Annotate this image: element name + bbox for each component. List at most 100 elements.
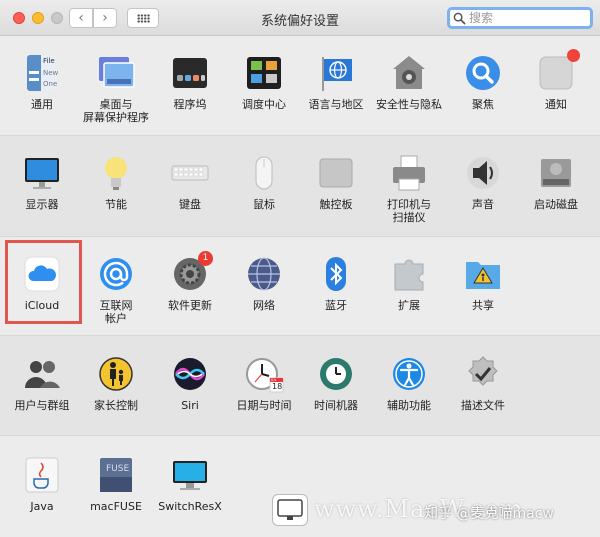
- general-icon: File New One: [22, 53, 62, 93]
- pref-java-label: Java: [30, 500, 54, 513]
- profiles-icon: [463, 354, 503, 394]
- pref-spotlight[interactable]: 聚焦: [443, 53, 523, 111]
- pref-notifications[interactable]: 通知: [516, 49, 596, 111]
- accessibility-icon: [389, 354, 429, 394]
- pref-network[interactable]: 网络: [224, 254, 304, 312]
- pref-dock-label: 程序坞: [173, 98, 207, 111]
- pref-sharing-label: 共享: [472, 299, 494, 312]
- network-icon: [244, 254, 284, 294]
- mouse-icon: [244, 153, 284, 193]
- siri-icon: [170, 354, 210, 394]
- macfuse-icon: FUSE: [96, 455, 136, 495]
- pref-desktop[interactable]: 桌面与 屏幕保护程序: [76, 53, 156, 124]
- watermark-logo-icon: [272, 494, 308, 526]
- pref-energy-saver-label: 节能: [105, 198, 127, 211]
- pref-extensions[interactable]: 扩展: [369, 254, 449, 312]
- pref-java[interactable]: Java: [2, 455, 82, 513]
- pref-time-machine[interactable]: 时间机器: [296, 354, 376, 412]
- pref-bluetooth[interactable]: 蓝牙: [296, 254, 376, 312]
- pref-macfuse[interactable]: FUSE macFUSE: [76, 455, 156, 513]
- dock-icon: [170, 53, 210, 93]
- pref-date-time-label: 日期与时间: [236, 399, 292, 412]
- desktop-screensaver-icon: [96, 53, 136, 93]
- pref-printers-label: 打印机与 扫描仪: [387, 198, 431, 224]
- pref-users-groups[interactable]: 用户与群组: [2, 354, 82, 412]
- pref-general-label: 通用: [31, 98, 53, 111]
- pref-keyboard[interactable]: 键盘: [150, 153, 230, 211]
- pref-trackpad[interactable]: 触控板: [296, 153, 376, 211]
- pref-macfuse-label: macFUSE: [90, 500, 142, 513]
- pref-displays[interactable]: 显示器: [2, 153, 82, 211]
- pref-mouse-label: 鼠标: [253, 198, 275, 211]
- pref-icloud[interactable]: iCloud: [2, 254, 82, 312]
- pref-internet-accounts-label: 互联网 帐户: [99, 299, 133, 325]
- pref-switchresx-label: SwitchResX: [158, 500, 222, 513]
- pref-security-privacy[interactable]: 安全性与隐私: [369, 53, 449, 111]
- search-field[interactable]: [447, 7, 593, 29]
- notifications-icon: [536, 49, 580, 93]
- pref-switchresx[interactable]: SwitchResX: [150, 455, 230, 513]
- keyboard-icon: [170, 153, 210, 193]
- bluetooth-icon: [316, 254, 356, 294]
- pref-internet-accounts[interactable]: 互联网 帐户: [76, 254, 156, 325]
- trackpad-icon: [316, 153, 356, 193]
- title-bar: ‹ › 系统偏好设置: [0, 0, 600, 36]
- pref-language-region-label: 语言与地区: [308, 98, 364, 111]
- pref-sharing[interactable]: 共享: [443, 254, 523, 312]
- pref-keyboard-label: 键盘: [179, 198, 201, 211]
- pref-time-machine-label: 时间机器: [314, 399, 358, 412]
- pref-extensions-label: 扩展: [398, 299, 420, 312]
- startup-disk-icon: [536, 153, 576, 193]
- parental-controls-icon: [96, 354, 136, 394]
- sharing-icon: [463, 254, 503, 294]
- internet-accounts-icon: [96, 254, 136, 294]
- pref-profiles[interactable]: 描述文件: [443, 354, 523, 412]
- energy-saver-icon: [96, 153, 136, 193]
- search-icon: [453, 12, 466, 24]
- pref-bluetooth-label: 蓝牙: [325, 299, 347, 312]
- pref-printers[interactable]: 打印机与 扫描仪: [369, 153, 449, 224]
- pref-software-update-label: 软件更新: [168, 299, 212, 312]
- search-input[interactable]: [469, 11, 587, 25]
- pref-mouse[interactable]: 鼠标: [224, 153, 304, 211]
- pref-accessibility-label: 辅助功能: [387, 399, 431, 412]
- general-icon-one-label: One: [43, 80, 58, 88]
- pref-siri-label: Siri: [181, 399, 199, 412]
- users-groups-icon: [22, 354, 62, 394]
- watermark-credit-text: 知乎 @麦克喵macw: [424, 506, 554, 522]
- pref-accessibility[interactable]: 辅助功能: [369, 354, 449, 412]
- pref-mission-control-label: 调度中心: [242, 98, 286, 111]
- pref-parental-controls[interactable]: 家长控制: [76, 354, 156, 412]
- pref-icloud-label: iCloud: [24, 299, 60, 312]
- mission-control-icon: [244, 53, 284, 93]
- pref-profiles-label: 描述文件: [461, 399, 505, 412]
- macfuse-icon-label: FUSE: [106, 464, 130, 474]
- pref-displays-label: 显示器: [25, 198, 59, 211]
- pref-software-update[interactable]: 1 软件更新: [150, 251, 230, 312]
- pref-spotlight-label: 聚焦: [472, 98, 494, 111]
- printer-icon: [389, 153, 429, 193]
- general-icon-file-label: File: [43, 57, 55, 65]
- date-time-icon: JUL 18: [244, 354, 284, 394]
- pref-dock[interactable]: 程序坞: [150, 53, 230, 111]
- pref-security-privacy-label: 安全性与隐私: [376, 98, 442, 111]
- pref-siri[interactable]: Siri: [150, 354, 230, 412]
- pref-mission-control[interactable]: 调度中心: [224, 53, 304, 111]
- update-count-badge: 1: [198, 251, 213, 266]
- pref-general[interactable]: File New One 通用: [2, 53, 82, 111]
- pref-startup-disk[interactable]: 启动磁盘: [516, 153, 596, 211]
- pref-sound[interactable]: 声音: [443, 153, 523, 211]
- pref-date-time[interactable]: JUL 18 日期与时间: [224, 354, 304, 412]
- icloud-icon: [22, 254, 62, 294]
- spotlight-icon: [463, 53, 503, 93]
- pref-energy-saver[interactable]: 节能: [76, 153, 156, 211]
- pref-sound-label: 声音: [472, 198, 494, 211]
- pref-users-groups-label: 用户与群组: [14, 399, 70, 412]
- calendar-day-label: 18: [272, 382, 283, 391]
- pref-network-label: 网络: [253, 299, 275, 312]
- pref-language-region[interactable]: 语言与地区: [296, 53, 376, 111]
- time-machine-icon: [316, 354, 356, 394]
- software-update-icon: 1: [170, 251, 213, 294]
- extensions-icon: [389, 254, 429, 294]
- switchresx-icon: [170, 455, 210, 495]
